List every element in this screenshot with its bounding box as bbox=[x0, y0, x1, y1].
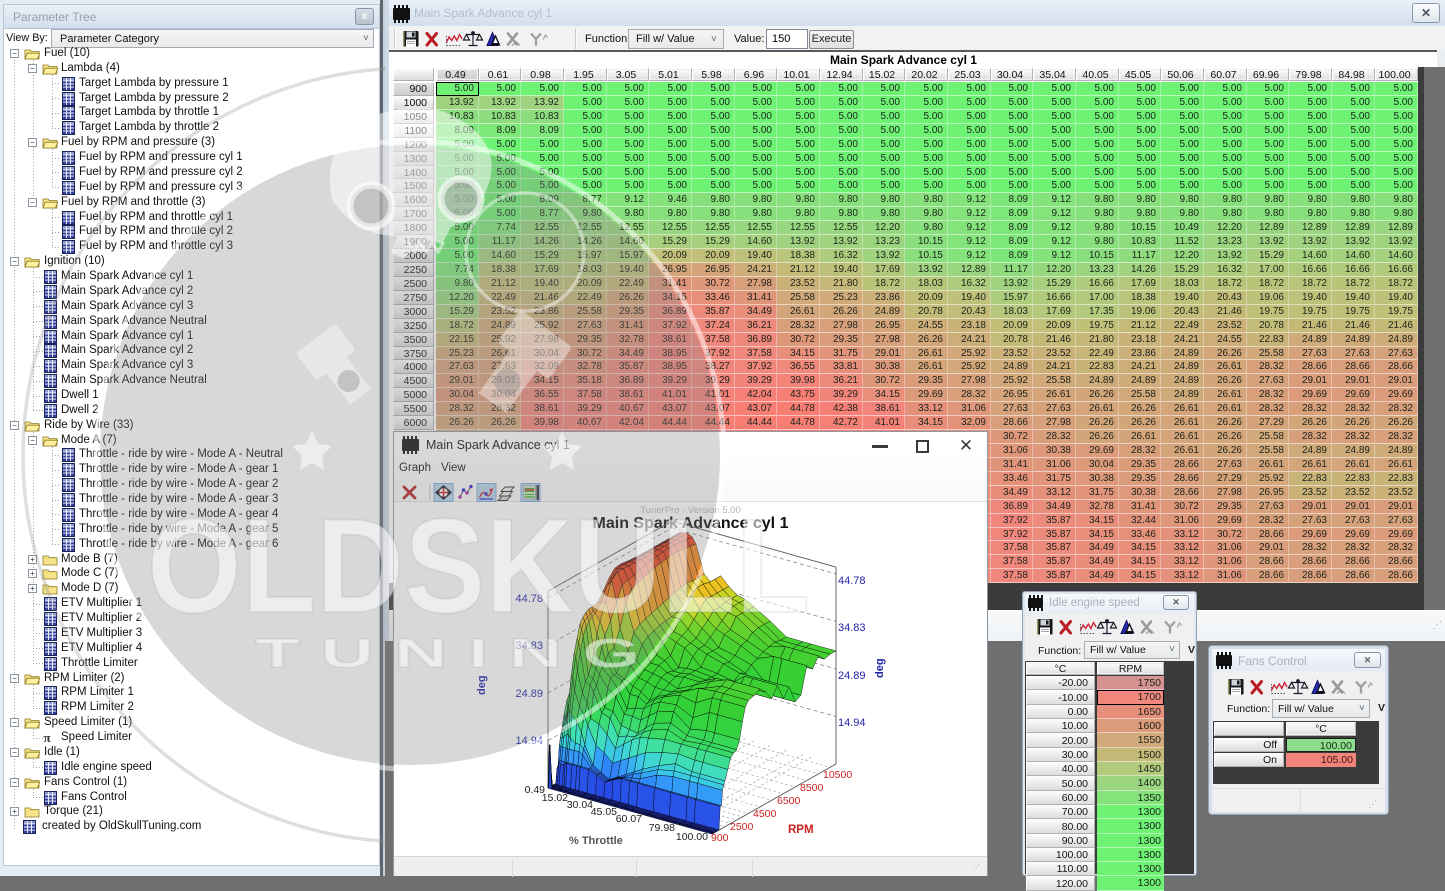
svg-text:100.00: 100.00 bbox=[676, 831, 708, 843]
svg-text:4500: 4500 bbox=[753, 808, 777, 820]
svg-text:14.94: 14.94 bbox=[838, 717, 866, 729]
svg-text:14.94: 14.94 bbox=[515, 735, 543, 747]
svg-text:6500: 6500 bbox=[777, 795, 801, 807]
svg-text:8500: 8500 bbox=[800, 782, 824, 794]
svg-text:15.02: 15.02 bbox=[542, 792, 568, 804]
svg-text:900: 900 bbox=[711, 832, 729, 844]
svg-text:44.78: 44.78 bbox=[515, 593, 543, 605]
svg-text:10500: 10500 bbox=[823, 769, 852, 781]
svg-text:RPM: RPM bbox=[788, 824, 814, 836]
svg-text:2500: 2500 bbox=[730, 821, 754, 833]
svg-text:45.05: 45.05 bbox=[591, 806, 617, 818]
svg-text:deg: deg bbox=[476, 675, 488, 695]
svg-text:34.83: 34.83 bbox=[515, 640, 543, 652]
svg-text:% Throttle: % Throttle bbox=[569, 835, 623, 847]
svg-text:deg: deg bbox=[874, 658, 886, 678]
svg-text:24.89: 24.89 bbox=[838, 670, 866, 682]
svg-text:30.04: 30.04 bbox=[567, 799, 593, 811]
svg-text:60.07: 60.07 bbox=[616, 813, 642, 825]
svg-text:24.89: 24.89 bbox=[515, 688, 543, 700]
svg-text:44.78: 44.78 bbox=[838, 575, 866, 587]
svg-text:34.83: 34.83 bbox=[838, 622, 866, 634]
svg-text:79.98: 79.98 bbox=[649, 822, 675, 834]
